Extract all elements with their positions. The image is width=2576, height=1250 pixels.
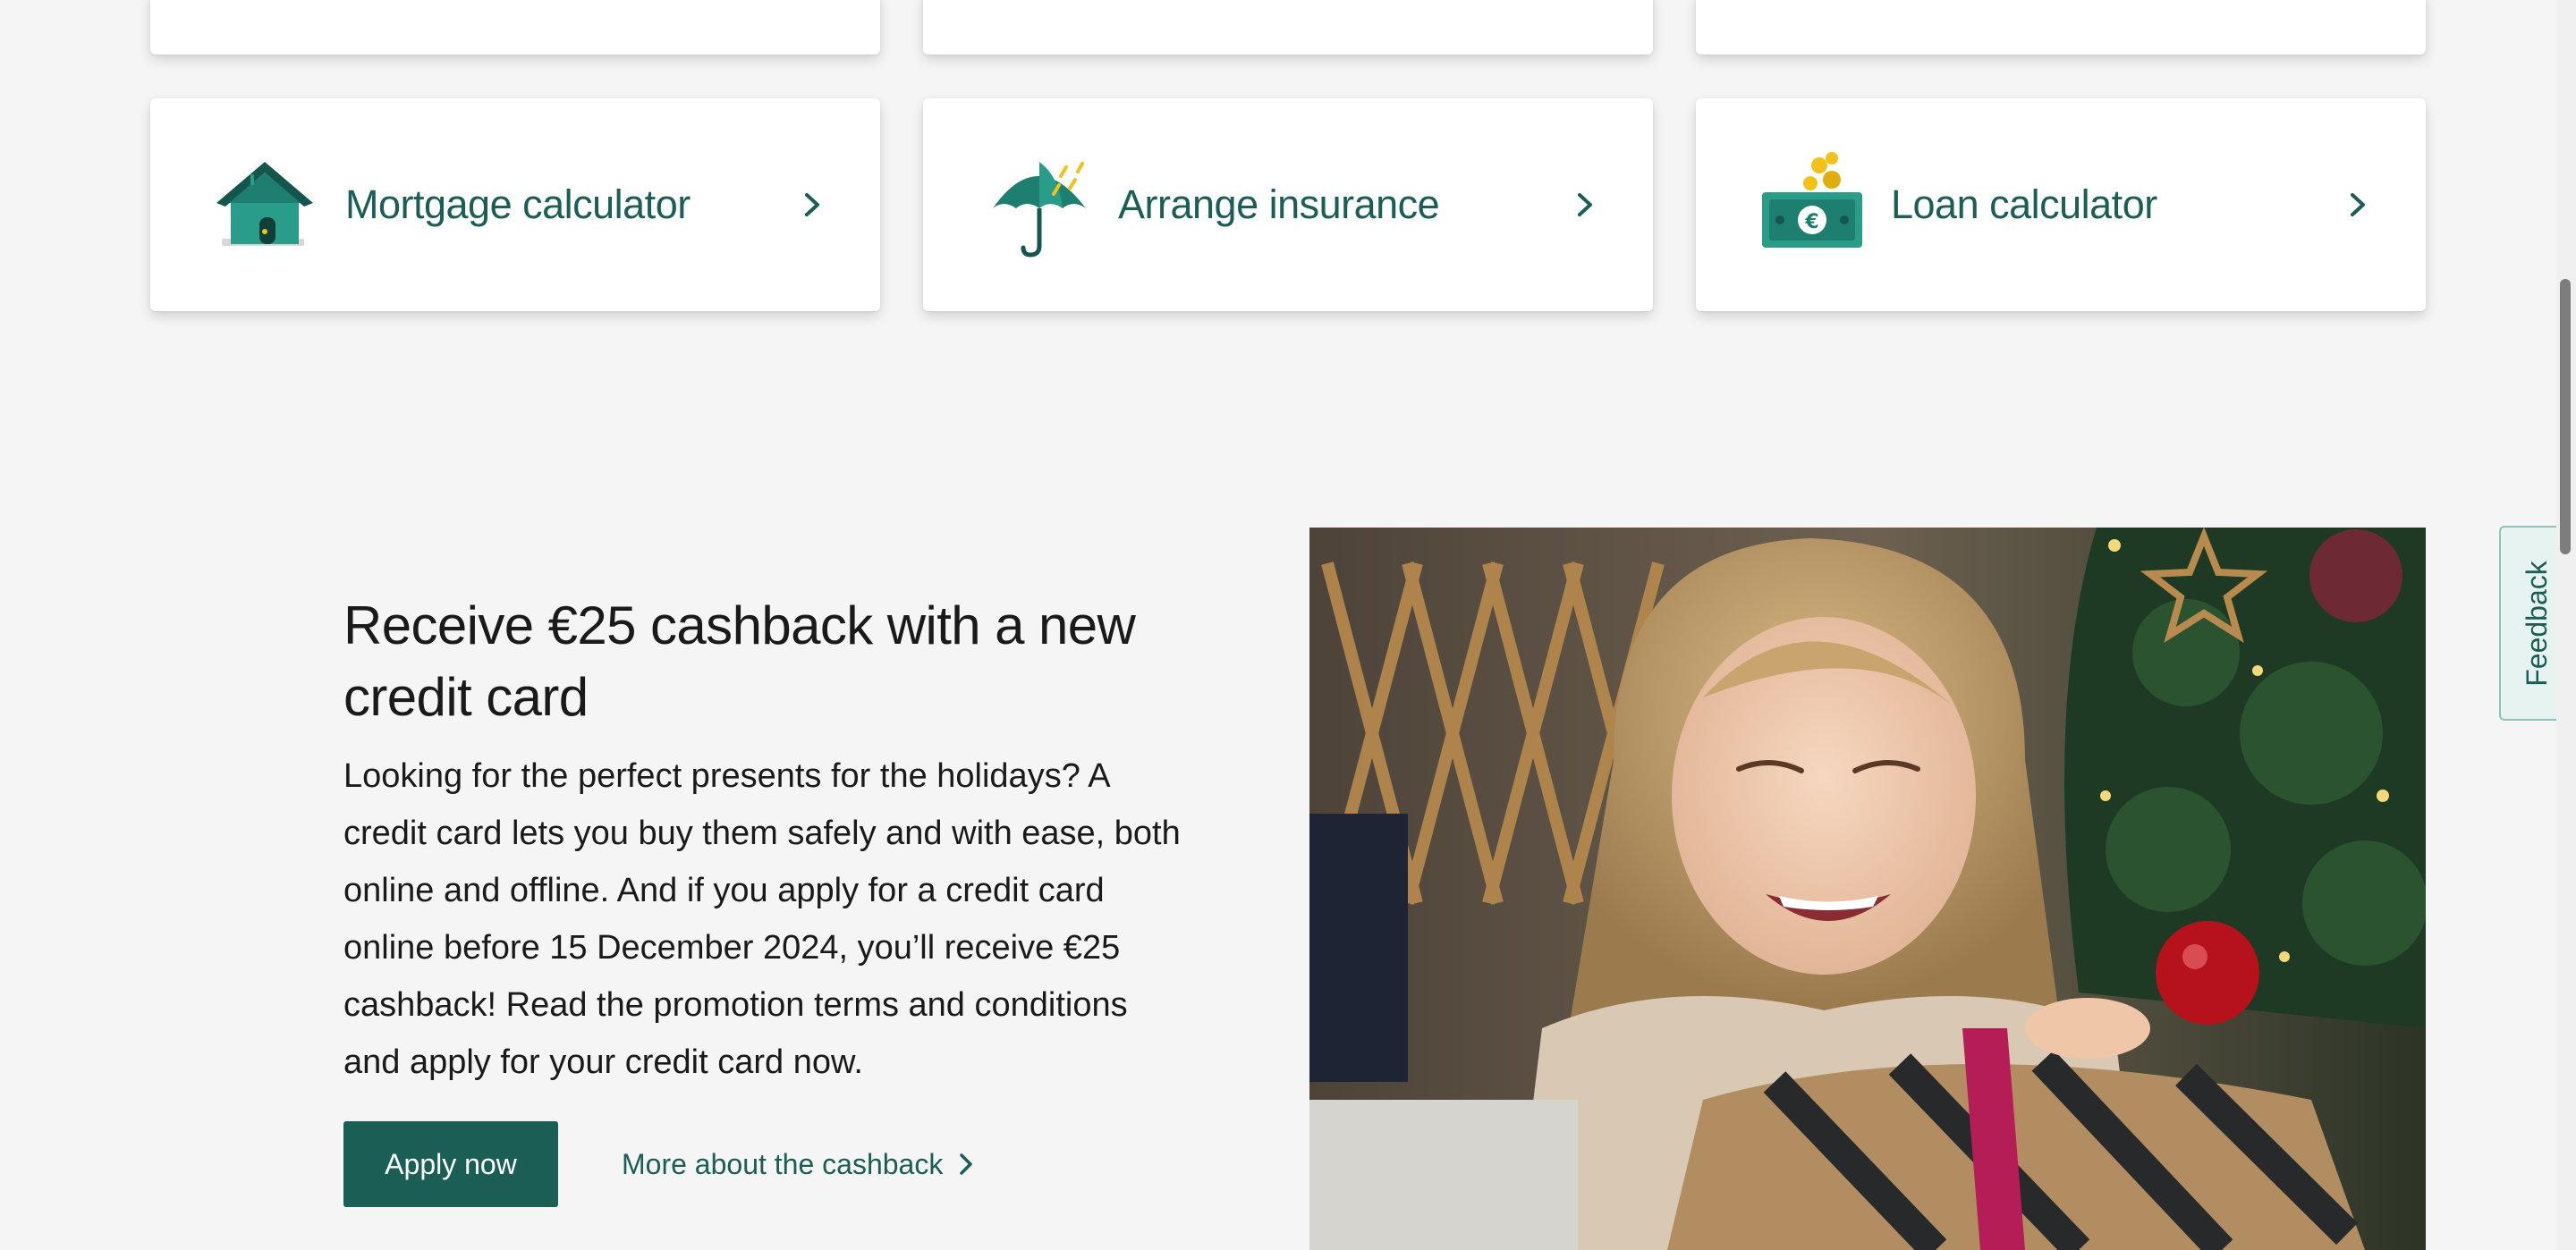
loan-calculator-label: Loan calculator (1891, 182, 2157, 227)
promo-body: Looking for the perfect presents for the… (343, 757, 1181, 1081)
top-card-2[interactable] (923, 0, 1653, 55)
promo-title: Receive €25 cashback with a new credit c… (343, 595, 1136, 727)
scrollbar-thumb[interactable] (2560, 279, 2571, 554)
mortgage-calculator-label: Mortgage calculator (345, 182, 691, 227)
top-card-3[interactable] (1696, 0, 2426, 55)
more-about-cashback-link[interactable]: More about the cashback (622, 1121, 975, 1207)
chevron-right-icon (2345, 188, 2370, 222)
mortgage-calculator-card[interactable]: Mortgage calculator (150, 98, 880, 311)
feedback-label: Feedback (2520, 560, 2553, 687)
house-icon (211, 149, 322, 260)
umbrella-icon (984, 149, 1095, 260)
arrange-insurance-label: Arrange insurance (1118, 182, 1440, 227)
scrollbar-track[interactable] (2556, 0, 2576, 1250)
apply-now-button[interactable]: Apply now (343, 1121, 558, 1207)
svg-text:€: € (1804, 211, 1818, 233)
chevron-right-icon (800, 188, 825, 222)
loan-calculator-card[interactable]: € Loan calculator (1696, 98, 2426, 311)
chevron-right-icon (1572, 188, 1597, 222)
chevron-right-icon (960, 1153, 973, 1175)
more-about-cashback-label: More about the cashback (622, 1147, 944, 1180)
promo-image (1309, 528, 2426, 1250)
money-coins-icon: € (1757, 149, 1868, 260)
arrange-insurance-card[interactable]: Arrange insurance (923, 98, 1653, 311)
top-card-1[interactable] (150, 0, 880, 55)
